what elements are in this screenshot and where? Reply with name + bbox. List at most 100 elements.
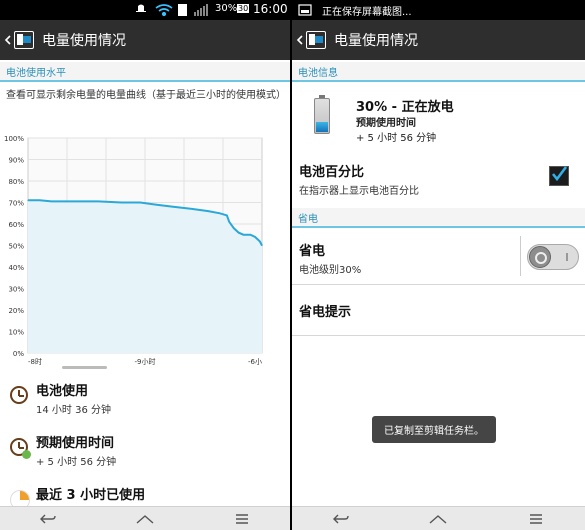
sim-icon [178,4,187,16]
x-tick-label: -9小时 [135,357,156,366]
clock-icon [10,386,28,404]
expected-value: + 5 小时 56 分钟 [356,133,437,144]
power-tips-title[interactable]: 省电提示 [299,301,351,320]
nav-home-button[interactable] [428,512,448,526]
back-chevron-icon[interactable] [4,35,12,45]
back-chevron-icon[interactable] [296,35,304,45]
battery-level-chart[interactable]: 0% 10% 20% 30% 40% 50% 60% 70% 80% 90% 100% -8时 -9小时… [0,128,290,372]
wifi-icon [155,4,173,17]
left-screen: 30% 30 16:00 电量使用情况 电池使用水平 查看可显示剩余电量的电量曲… [0,0,290,530]
status-bar: 正在保存屏幕截图... [292,0,585,20]
data-point [172,206,174,208]
toggle-separator [520,236,521,276]
y-tick-label: 100% [4,135,24,143]
signal-icon [194,4,208,16]
y-tick-label: 60% [8,221,24,229]
toast-message: 已复制至剪辑任务栏。 [372,416,496,443]
power-save-toggle[interactable] [527,244,579,270]
clock-text: 16:00 [253,2,288,16]
page-title: 电量使用情况 [42,33,126,49]
battery-info-row: 30% - 正在放电 预期使用时间 + 5 小时 56 分钟 [292,88,585,148]
battery-percent-text: 30% [215,3,238,14]
data-point [50,200,53,203]
screenshot-notice: 正在保存屏幕截图... [322,7,412,18]
home-icon [136,514,154,524]
expected-label: 预期使用时间 [356,118,416,129]
data-point [242,234,244,236]
y-tick-label: 90% [8,157,24,165]
y-tick-label: 10% [8,329,24,337]
y-tick-label: 40% [8,264,24,272]
app-bar[interactable]: 电量使用情况 [292,20,585,60]
chart-description: 查看可显示剩余电量的电量曲线（基于最近三小时的使用模式） [6,90,286,101]
back-arrow-icon [332,514,349,523]
data-point [27,199,29,201]
data-point [97,200,99,203]
y-tick-label: 50% [8,243,24,251]
data-point [74,200,76,203]
data-point [233,227,235,229]
data-point [156,204,158,206]
nav-menu-button[interactable] [232,512,252,526]
divider [292,335,585,336]
battery-percent-desc: 在指示器上显示电池百分比 [299,186,419,197]
data-point [249,234,251,236]
y-tick-label: 30% [8,286,24,294]
y-tick-label: 20% [8,307,24,315]
battery-area-fill [28,200,262,353]
nav-home-button[interactable] [135,512,155,526]
divider [292,284,585,285]
menu-icon [235,513,248,524]
notification-bell-icon [136,4,146,12]
app-bar[interactable]: 电量使用情况 [0,20,290,60]
plus-badge-icon [22,450,31,459]
battery-fill [316,121,328,132]
nav-back-button[interactable] [38,512,58,526]
data-point [121,201,123,204]
data-point [228,221,230,223]
power-save-title: 省电 [299,244,326,259]
notice-badge: 30 [237,4,250,13]
nav-back-button[interactable] [331,512,351,526]
y-tick-label: 70% [8,200,24,208]
data-point [226,214,228,216]
nav-bar [0,506,290,530]
section-battery-level: 电池使用水平 [0,62,290,82]
battery-icon [314,95,330,134]
toggle-on-mark [566,253,568,261]
menu-icon [530,513,543,524]
back-arrow-icon [40,514,57,523]
power-save-desc: 电池级别30% [299,265,362,276]
home-icon [430,514,447,524]
battery-app-icon [306,31,326,49]
x-tick-label: -6小 [248,357,262,366]
stat-value: + 5 小时 56 分钟 [36,457,117,468]
data-point [259,240,261,242]
chart-scroll-thumb[interactable] [62,366,107,369]
stat-title: 电池使用 [36,384,89,399]
y-tick-label: 80% [8,178,24,186]
nav-menu-button[interactable] [526,512,546,526]
nav-bar [292,506,585,530]
battery-percent-title: 电池百分比 [299,165,365,180]
right-screen: 正在保存屏幕截图... 电量使用情况 电池信息 30% - 正在放电 预期使用时… [292,0,585,530]
data-point [254,236,256,238]
stat-battery-usage[interactable]: 电池使用 14 小时 36 分钟 [0,374,290,424]
data-point [139,201,141,204]
page-title: 电量使用情况 [334,33,418,49]
toggle-knob [529,246,551,268]
status-bar: 30% 30 16:00 [0,0,290,20]
stat-title: 最近 3 小时已使用 [36,488,146,503]
battery-status: 30% - 正在放电 [356,100,454,115]
data-point [207,210,209,212]
screenshot-icon [298,4,312,16]
stat-title: 预期使用时间 [36,436,115,451]
section-power-saving: 省电 [292,208,585,228]
data-point [219,212,221,214]
battery-percent-checkbox[interactable] [549,166,569,186]
stat-value: 14 小时 36 分钟 [36,405,111,416]
data-point [261,244,263,247]
data-point [238,232,240,234]
stat-expected-time[interactable]: 预期使用时间 + 5 小时 56 分钟 [0,426,290,476]
battery-app-icon [14,31,34,49]
